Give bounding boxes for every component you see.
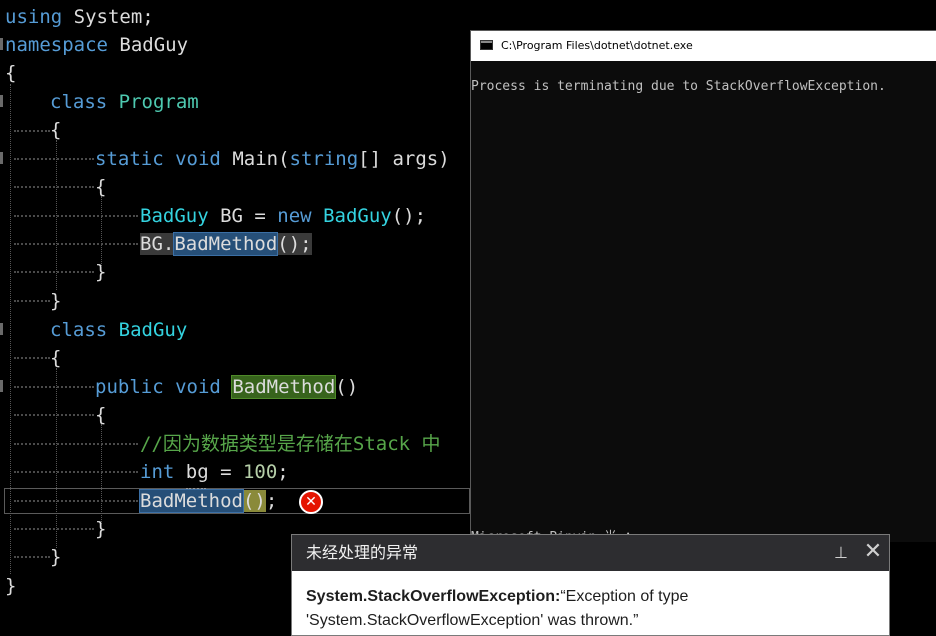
exception-message-part2: 'System.StackOverflowException' was thro… (306, 612, 639, 629)
keyword: void (175, 148, 221, 170)
console-output: Process is terminating due to StackOverf… (471, 79, 886, 94)
keyword: class (50, 319, 108, 341)
exception-type: System.StackOverflowException: (306, 588, 561, 605)
pin-icon[interactable]: ⊥ (833, 543, 849, 563)
close-icon[interactable]: ✕ (862, 541, 884, 563)
code-text: () (242, 490, 266, 512)
code-text: System; (62, 6, 154, 28)
exception-message-part1: “Exception of type (560, 588, 689, 605)
code-text: ; (265, 490, 278, 512)
method-name: Main (232, 148, 279, 170)
number-literal: 100 (242, 461, 278, 483)
brace: { (5, 62, 17, 84)
keyword: namespace (5, 34, 108, 56)
keyword: int (140, 461, 175, 483)
keyword: public (95, 376, 164, 398)
code-text: (); (277, 233, 312, 255)
keyword: void (175, 376, 221, 398)
code-text: ; (277, 461, 289, 483)
console-app-icon (480, 40, 493, 50)
method-name-highlighted: BadMethod (231, 375, 337, 399)
code-text: [] args) (358, 148, 450, 170)
code-text: BG = (208, 205, 278, 227)
keyword: class (50, 91, 108, 113)
class-name: Program (118, 91, 199, 113)
class-name: BadGuy (140, 205, 209, 227)
exception-title: 未经处理的异常 (306, 543, 419, 562)
keyword: static (95, 148, 164, 170)
exception-header: 未经处理的异常 ⊥ ✕ (292, 535, 889, 571)
exception-popup[interactable]: 未经处理的异常 ⊥ ✕ System.StackOverflowExceptio… (291, 534, 890, 636)
code-text: bg = (174, 461, 243, 483)
code-text: (); (391, 205, 427, 227)
method-call-highlighted: BadMethod (139, 489, 244, 513)
comment: //因为数据类型是存储在Stack 中 (140, 433, 441, 455)
exception-message: System.StackOverflowException:“Exception… (306, 585, 876, 633)
class-name: BadGuy (118, 319, 188, 341)
object-reference: BG. (140, 233, 175, 255)
brace: { (95, 176, 107, 198)
brace: } (50, 290, 62, 312)
brace: } (5, 575, 17, 597)
keyword: new (277, 205, 312, 227)
brace: { (50, 119, 62, 141)
console-title: C:\Program Files\dotnet\dotnet.exe (501, 39, 693, 52)
brace: { (50, 347, 62, 369)
console-titlebar[interactable]: C:\Program Files\dotnet\dotnet.exe (471, 31, 936, 61)
keyword: string (289, 148, 359, 170)
namespace-name: BadGuy (107, 34, 189, 56)
class-name: BadGuy (323, 205, 392, 227)
console-window[interactable]: C:\Program Files\dotnet\dotnet.exe Proce… (470, 30, 936, 545)
code-line-1[interactable]: using System; (0, 3, 936, 31)
error-icon[interactable]: ✕ (299, 490, 323, 514)
method-call-highlighted: BadMethod (173, 232, 279, 256)
brace: } (95, 518, 107, 540)
brace: } (50, 546, 62, 568)
code-text: () (335, 376, 359, 398)
keyword: using (5, 6, 63, 28)
brace: } (95, 261, 107, 283)
paren: ( (278, 148, 290, 170)
brace: { (95, 404, 107, 426)
